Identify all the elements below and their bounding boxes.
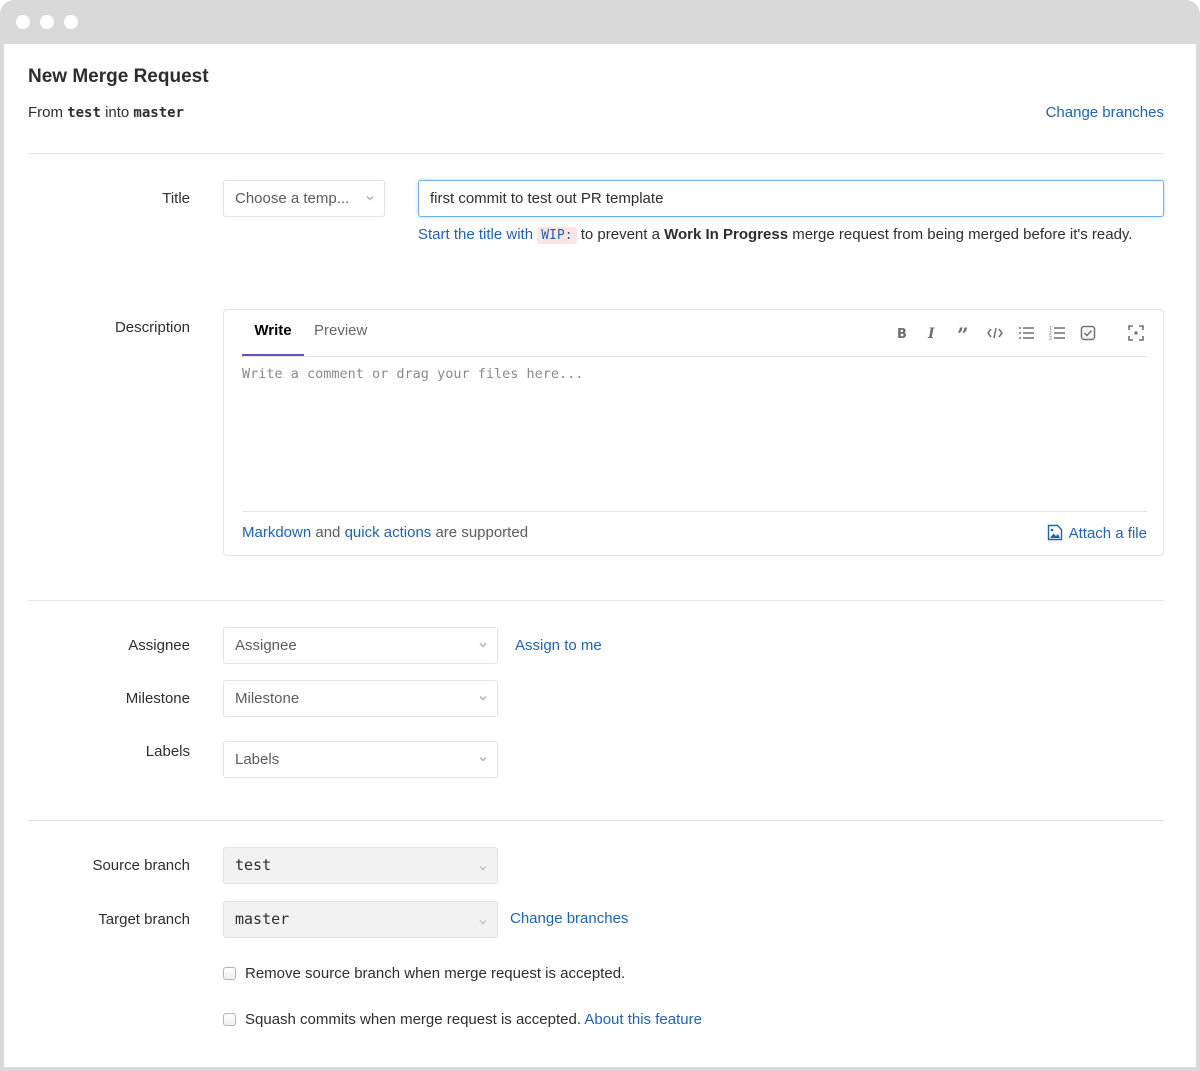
target-branch-name: master xyxy=(133,105,184,121)
task-list-icon[interactable] xyxy=(1079,324,1097,342)
chevron-down-icon xyxy=(479,920,487,925)
page-content: New Merge Request From test into master … xyxy=(4,44,1196,1067)
markdown-help: Markdown and quick actions are supported xyxy=(242,524,529,541)
change-branches-link-bottom[interactable]: Change branches xyxy=(510,910,628,927)
remove-source-branch-label: Remove source branch when merge request … xyxy=(245,965,626,982)
squash-commits-text: Squash commits when merge request is acc… xyxy=(245,1011,702,1028)
source-branch-label: Source branch xyxy=(92,857,190,874)
divider xyxy=(28,153,1164,154)
chevron-down-icon xyxy=(479,643,487,648)
page-title: New Merge Request xyxy=(28,66,209,87)
target-branch-select: master xyxy=(223,901,498,938)
labels-select[interactable]: Labels xyxy=(223,741,498,778)
image-file-icon xyxy=(1047,524,1062,541)
into-text: into xyxy=(105,104,130,121)
window-maximize-button[interactable] xyxy=(64,15,78,29)
window-close-button[interactable] xyxy=(16,15,30,29)
remove-source-branch-checkbox[interactable] xyxy=(223,967,236,980)
svg-text:”: ” xyxy=(957,324,969,342)
attach-file-button[interactable]: Attach a file xyxy=(1047,524,1147,542)
milestone-label: Milestone xyxy=(125,690,190,707)
assignee-select-value: Assignee xyxy=(235,637,297,654)
window-minimize-button[interactable] xyxy=(40,15,54,29)
numbered-list-icon[interactable]: 123 xyxy=(1048,324,1066,342)
bold-icon[interactable]: B xyxy=(893,324,911,342)
chevron-down-icon xyxy=(366,196,374,201)
svg-text:I: I xyxy=(927,326,935,342)
description-label: Description xyxy=(114,319,190,336)
labels-select-value: Labels xyxy=(235,751,280,768)
markdown-editor: Write Preview B I ” 123 Markdown and qui… xyxy=(223,309,1164,556)
svg-text:3: 3 xyxy=(1049,336,1052,342)
divider xyxy=(28,600,1164,601)
fullscreen-icon[interactable] xyxy=(1127,324,1145,342)
labels-label: Labels xyxy=(145,743,190,760)
tab-divider xyxy=(242,356,1147,357)
branch-summary: From test into master xyxy=(28,104,184,121)
code-icon[interactable] xyxy=(986,324,1004,342)
divider xyxy=(28,820,1164,821)
chevron-down-icon xyxy=(479,757,487,762)
assignee-label: Assignee xyxy=(128,637,190,654)
source-branch-name: test xyxy=(67,105,101,121)
tab-write[interactable]: Write xyxy=(242,310,304,356)
wip-hint-link[interactable]: Start the title with WIP: xyxy=(418,226,577,244)
target-branch-label: Target branch xyxy=(98,911,190,928)
window-titlebar xyxy=(0,0,1200,44)
wip-hint: Start the title with WIP: to prevent a W… xyxy=(418,226,1133,244)
quote-icon[interactable]: ” xyxy=(955,324,973,342)
description-textarea[interactable] xyxy=(242,366,1147,506)
markdown-link[interactable]: Markdown xyxy=(242,524,311,541)
wip-code: WIP: xyxy=(537,227,577,244)
title-input[interactable] xyxy=(418,180,1164,217)
chevron-down-icon xyxy=(479,866,487,871)
source-branch-value: test xyxy=(235,856,272,874)
browser-window: New Merge Request From test into master … xyxy=(0,0,1200,1071)
squash-commits-checkbox[interactable] xyxy=(223,1013,236,1026)
svg-text:B: B xyxy=(897,327,907,342)
attach-file-label: Attach a file xyxy=(1068,525,1147,542)
template-select-value: Choose a temp... xyxy=(235,190,350,207)
bullet-list-icon[interactable] xyxy=(1017,324,1035,342)
quick-actions-link[interactable]: quick actions xyxy=(345,524,432,541)
assign-to-me-link[interactable]: Assign to me xyxy=(515,637,602,654)
change-branches-link[interactable]: Change branches xyxy=(1046,104,1164,121)
title-label: Title xyxy=(162,190,190,207)
editor-footer-divider xyxy=(242,511,1147,512)
tab-preview[interactable]: Preview xyxy=(314,310,367,356)
about-squash-link[interactable]: About this feature xyxy=(584,1011,702,1028)
template-select[interactable]: Choose a temp... xyxy=(223,180,385,217)
milestone-select-value: Milestone xyxy=(235,690,300,707)
milestone-select[interactable]: Milestone xyxy=(223,680,498,717)
source-branch-select: test xyxy=(223,847,498,884)
italic-icon[interactable]: I xyxy=(924,324,942,342)
chevron-down-icon xyxy=(479,696,487,701)
from-text: From xyxy=(28,104,63,121)
wip-bold-text: Work In Progress xyxy=(664,226,789,243)
assignee-select[interactable]: Assignee xyxy=(223,627,498,664)
squash-commits-label: Squash commits when merge request is acc… xyxy=(245,1011,581,1028)
target-branch-value: master xyxy=(235,910,290,928)
